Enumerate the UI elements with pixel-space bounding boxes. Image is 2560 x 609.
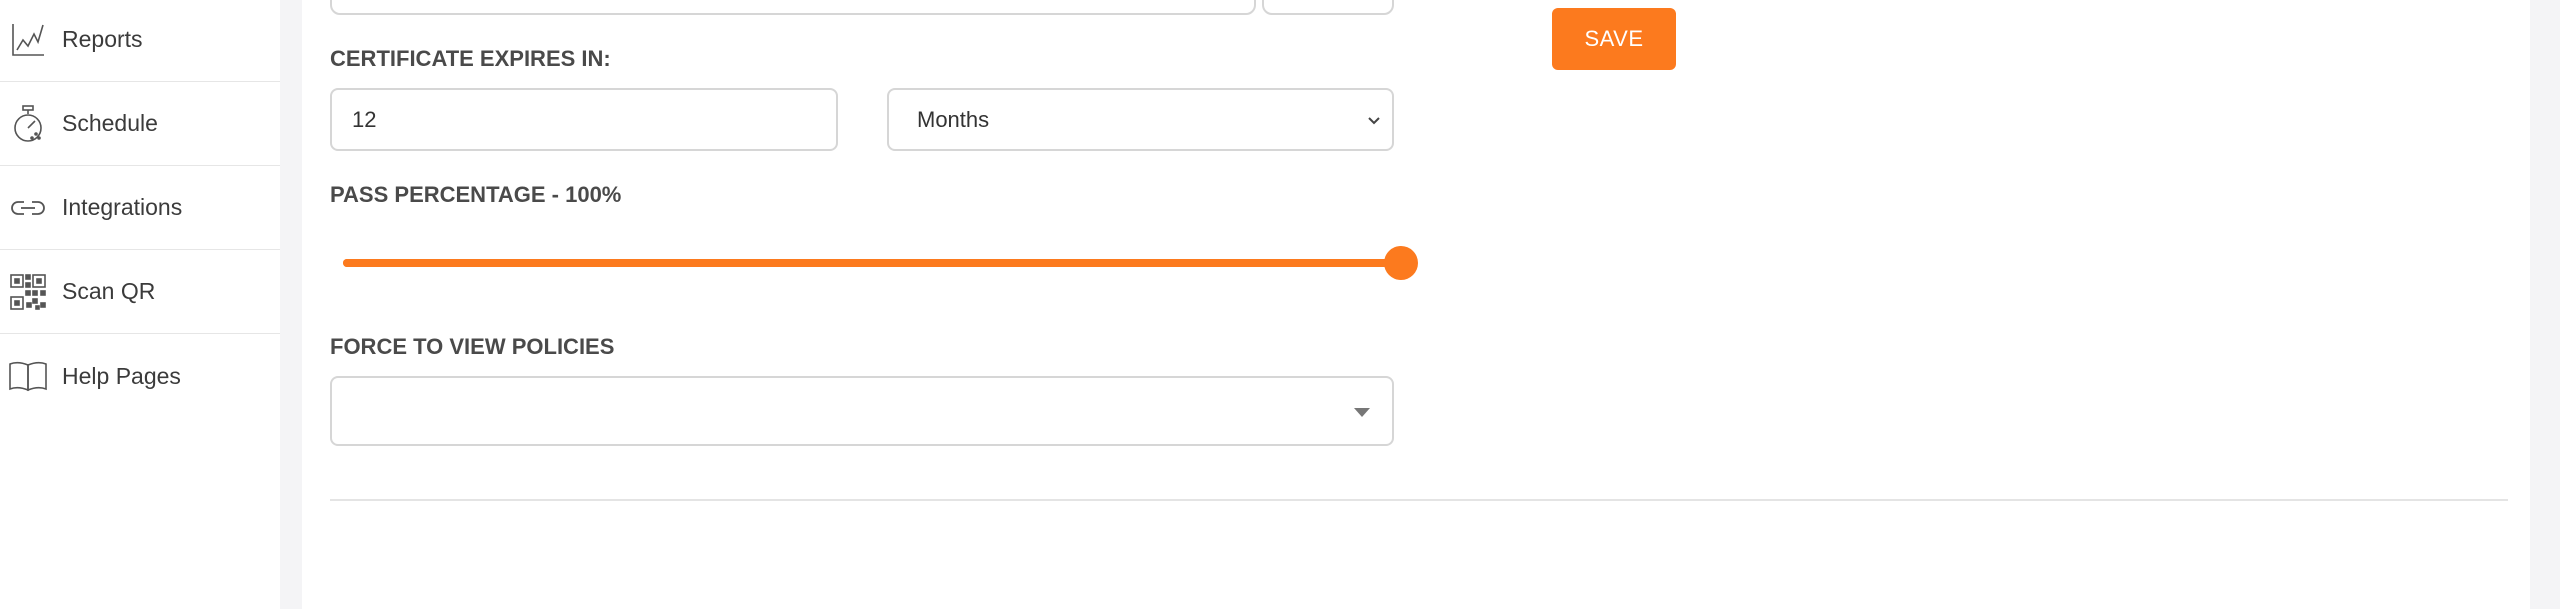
sidebar-item-integrations[interactable]: Integrations (0, 166, 280, 250)
sidebar-item-label: Integrations (62, 194, 183, 220)
sidebar-item-label: Reports (62, 26, 143, 52)
certificate-expires-label: CERTIFICATE EXPIRES IN: (330, 46, 611, 71)
sidebar-item-help-pages[interactable]: Help Pages (0, 334, 280, 418)
force-view-policies-label: FORCE TO VIEW POLICIES (330, 334, 615, 359)
qr-code-icon (8, 272, 48, 312)
link-icon (8, 188, 48, 228)
book-icon (8, 356, 48, 396)
sidebar-item-schedule[interactable]: Schedule (0, 82, 280, 166)
slider-thumb[interactable] (1384, 246, 1418, 280)
sidebar-item-label: Scan QR (62, 278, 156, 304)
stopwatch-icon (8, 104, 48, 144)
certificate-unit-select[interactable]: Months (887, 88, 1394, 151)
top-input-small[interactable] (1262, 0, 1394, 15)
top-input-field[interactable] (330, 0, 1256, 15)
save-button[interactable]: SAVE (1552, 8, 1676, 70)
chevron-down-icon (1366, 112, 1382, 128)
pass-percentage-slider[interactable] (343, 259, 1401, 267)
sidebar-item-scan-qr[interactable]: Scan QR (0, 250, 280, 334)
divider (330, 499, 2508, 501)
chart-line-icon (8, 20, 48, 60)
certificate-expiry-input[interactable] (330, 88, 838, 151)
pass-percentage-label: PASS PERCENTAGE - 100% (330, 182, 622, 207)
caret-down-icon (1354, 408, 1370, 417)
policies-dropdown[interactable] (330, 376, 1394, 446)
certificate-unit-value: Months (917, 106, 990, 132)
slider-fill (343, 259, 1401, 267)
sidebar-item-label: Help Pages (62, 362, 181, 389)
sidebar-item-reports[interactable]: Reports (0, 0, 280, 82)
sidebar: Reports Schedule Integrations Scan QR He… (0, 0, 280, 609)
sidebar-item-label: Schedule (62, 110, 158, 136)
